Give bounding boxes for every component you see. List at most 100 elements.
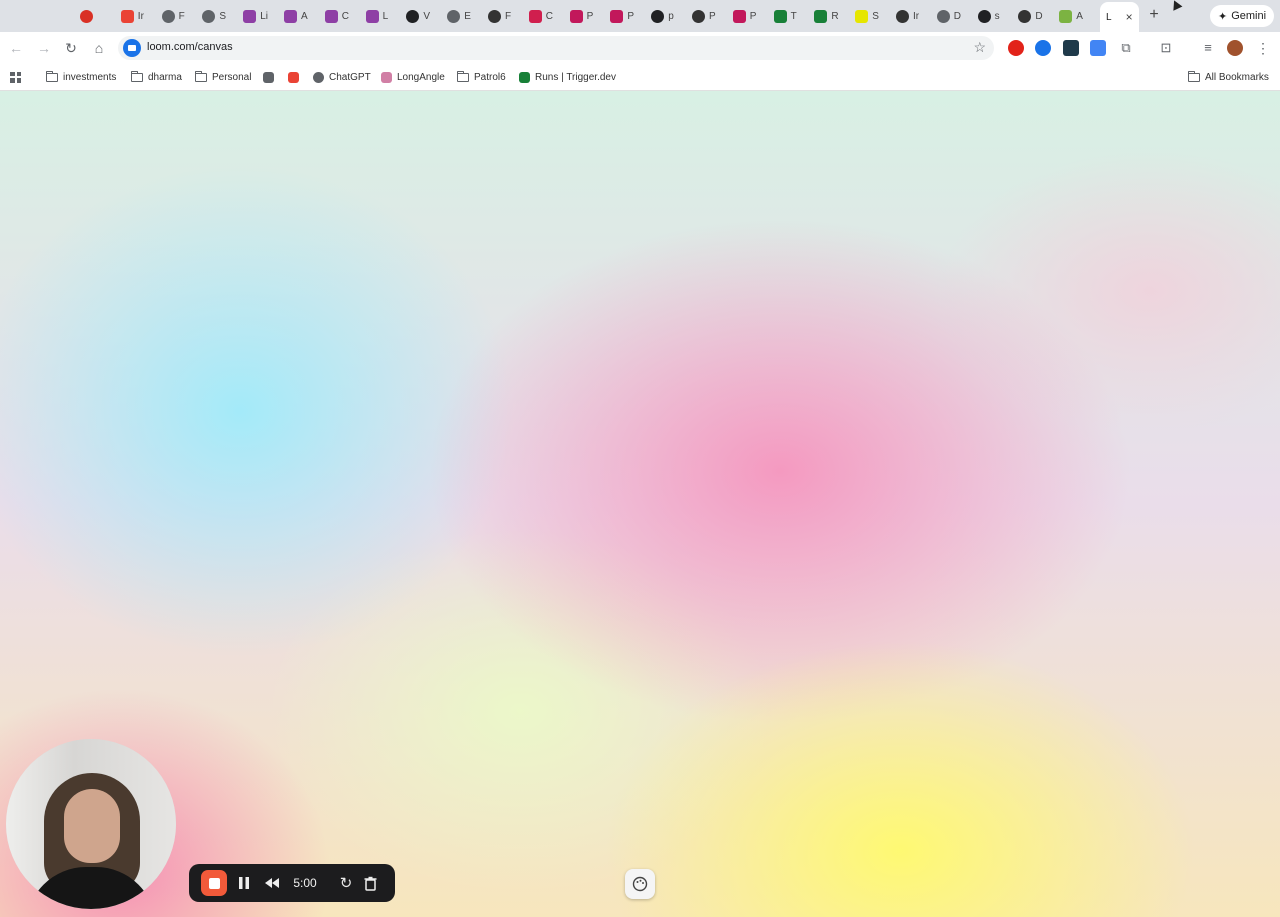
bookmark-item[interactable] [263, 70, 279, 84]
back-icon[interactable]: ← [8, 40, 24, 56]
tab-22[interactable]: s [977, 4, 1000, 28]
new-tab-button[interactable]: + [1146, 7, 1162, 23]
bookmark-star-icon[interactable]: ☆ [973, 39, 986, 56]
tab-title: D [953, 10, 962, 22]
bookmark-label: LongAngle [397, 71, 445, 83]
android-icon [1059, 9, 1073, 23]
tab-title: S [872, 10, 879, 22]
tab-title: Ir [137, 10, 144, 22]
tab-title: L [382, 10, 389, 22]
stop-recording-button[interactable] [201, 870, 227, 896]
tab-title: A [301, 10, 308, 22]
menu-kebab-icon[interactable]: ⋮ [1255, 40, 1271, 56]
tab-2[interactable]: F [161, 4, 185, 28]
shield-icon [569, 9, 583, 23]
tab-17[interactable]: T [773, 4, 797, 28]
tab-title: T [790, 10, 797, 22]
tab-title: S [219, 10, 227, 22]
tab-title: Li [260, 10, 268, 22]
shield-icon [732, 9, 746, 23]
tab-title: F [505, 10, 512, 22]
bookmarks-bar: investments dharma Personal ChatGPT LongAngl… [0, 64, 1280, 91]
dark-extension-icon[interactable] [1063, 40, 1079, 56]
profile-avatar[interactable] [1227, 40, 1243, 56]
bookmark-item[interactable] [288, 70, 304, 84]
tab-strip: Ir F S Li A C L V E F C P Pp P P T R S Ir Ds D A L × + ✦ Gemi… [0, 0, 1280, 32]
restart-icon[interactable]: ↻ [337, 873, 355, 893]
shield-icon [610, 9, 624, 23]
trash-icon[interactable] [361, 873, 379, 893]
folder-icon [456, 70, 469, 82]
bookmark-item[interactable]: Patrol6 [456, 70, 506, 84]
gemini-button[interactable]: ✦ Gemini [1210, 5, 1275, 27]
trigger-icon [519, 71, 530, 83]
rewind-icon[interactable] [262, 873, 282, 893]
bookmark-label: investments [63, 71, 117, 83]
tab-5[interactable]: A [284, 4, 308, 28]
tab-1[interactable]: Ir [120, 4, 144, 28]
color-extension-icon[interactable] [1090, 40, 1106, 56]
openai-icon [313, 71, 324, 83]
webcam-bubble[interactable] [6, 739, 176, 909]
linear-icon [324, 9, 338, 23]
bookmark-label: Runs | Trigger.dev [535, 71, 616, 83]
sparkle-icon: ✦ [1218, 10, 1228, 23]
all-bookmarks-label: All Bookmarks [1205, 71, 1269, 83]
tab-13[interactable]: P [610, 4, 634, 28]
close-tab-icon[interactable]: × [1126, 10, 1133, 24]
folder-icon [45, 70, 58, 82]
bookmark-item[interactable]: investments [45, 70, 117, 84]
onepassword-extension-icon[interactable] [1035, 40, 1051, 56]
puzzle-icon [263, 71, 274, 83]
tab-19[interactable]: S [855, 4, 879, 28]
opera-extension-icon[interactable] [1008, 40, 1024, 56]
address-bar[interactable]: loom.com/canvas ☆ [118, 36, 994, 60]
tab-4[interactable]: Li [243, 4, 268, 28]
bookmark-item[interactable]: dharma [130, 70, 182, 84]
tab-active[interactable]: L × [1100, 2, 1139, 32]
palette-icon[interactable] [625, 869, 655, 899]
gemini-label: Gemini [1231, 10, 1267, 22]
loom-site-icon [123, 39, 141, 57]
bookmark-item[interactable]: Runs | Trigger.dev [519, 70, 616, 84]
bookmark-label: ChatGPT [329, 71, 371, 83]
longangle-icon [381, 71, 392, 83]
media-icon[interactable]: ≡ [1200, 40, 1216, 56]
tab-10[interactable]: F [488, 4, 511, 28]
extensions-puzzle-icon[interactable]: ⧉ [1118, 40, 1134, 56]
tab-3[interactable]: S [202, 4, 226, 28]
tab-11[interactable]: C [528, 4, 553, 28]
tab-12[interactable]: P [569, 4, 593, 28]
apps-grid-icon[interactable] [10, 70, 21, 84]
tab-18[interactable]: R [814, 4, 839, 28]
tab-21[interactable]: D [936, 4, 962, 28]
bookmark-item[interactable]: ChatGPT [313, 70, 371, 84]
forward-icon[interactable]: → [36, 40, 52, 56]
tab-title: C [341, 10, 350, 22]
trigger-icon [814, 9, 828, 23]
bookmark-item[interactable]: LongAngle [381, 70, 445, 84]
tab-24[interactable]: A [1059, 4, 1083, 28]
lens-icon[interactable]: ⊡ [1158, 40, 1174, 56]
tab-title: E [464, 10, 471, 22]
pause-icon[interactable] [235, 873, 253, 893]
tab-16[interactable]: P [732, 4, 756, 28]
tab-23[interactable]: D [1018, 4, 1043, 28]
tab-6[interactable]: C [324, 4, 350, 28]
tab-20[interactable]: Ir [896, 4, 919, 28]
gmail-icon [288, 71, 299, 83]
reload-icon[interactable]: ↻ [63, 40, 79, 56]
home-icon[interactable]: ⌂ [91, 40, 107, 56]
tab-15[interactable]: P [692, 4, 716, 28]
trigger-icon [773, 9, 787, 23]
tab-0[interactable] [80, 4, 97, 28]
bookmark-item[interactable]: Personal [194, 70, 251, 84]
tab-8[interactable]: V [406, 4, 430, 28]
all-bookmarks-button[interactable]: All Bookmarks [1187, 70, 1269, 84]
gmail-icon [120, 9, 134, 23]
tab-14[interactable]: p [651, 4, 674, 28]
openai-icon [447, 9, 461, 23]
tab-title: F [178, 10, 185, 22]
tab-9[interactable]: E [447, 4, 471, 28]
tab-7[interactable]: L [365, 4, 389, 28]
